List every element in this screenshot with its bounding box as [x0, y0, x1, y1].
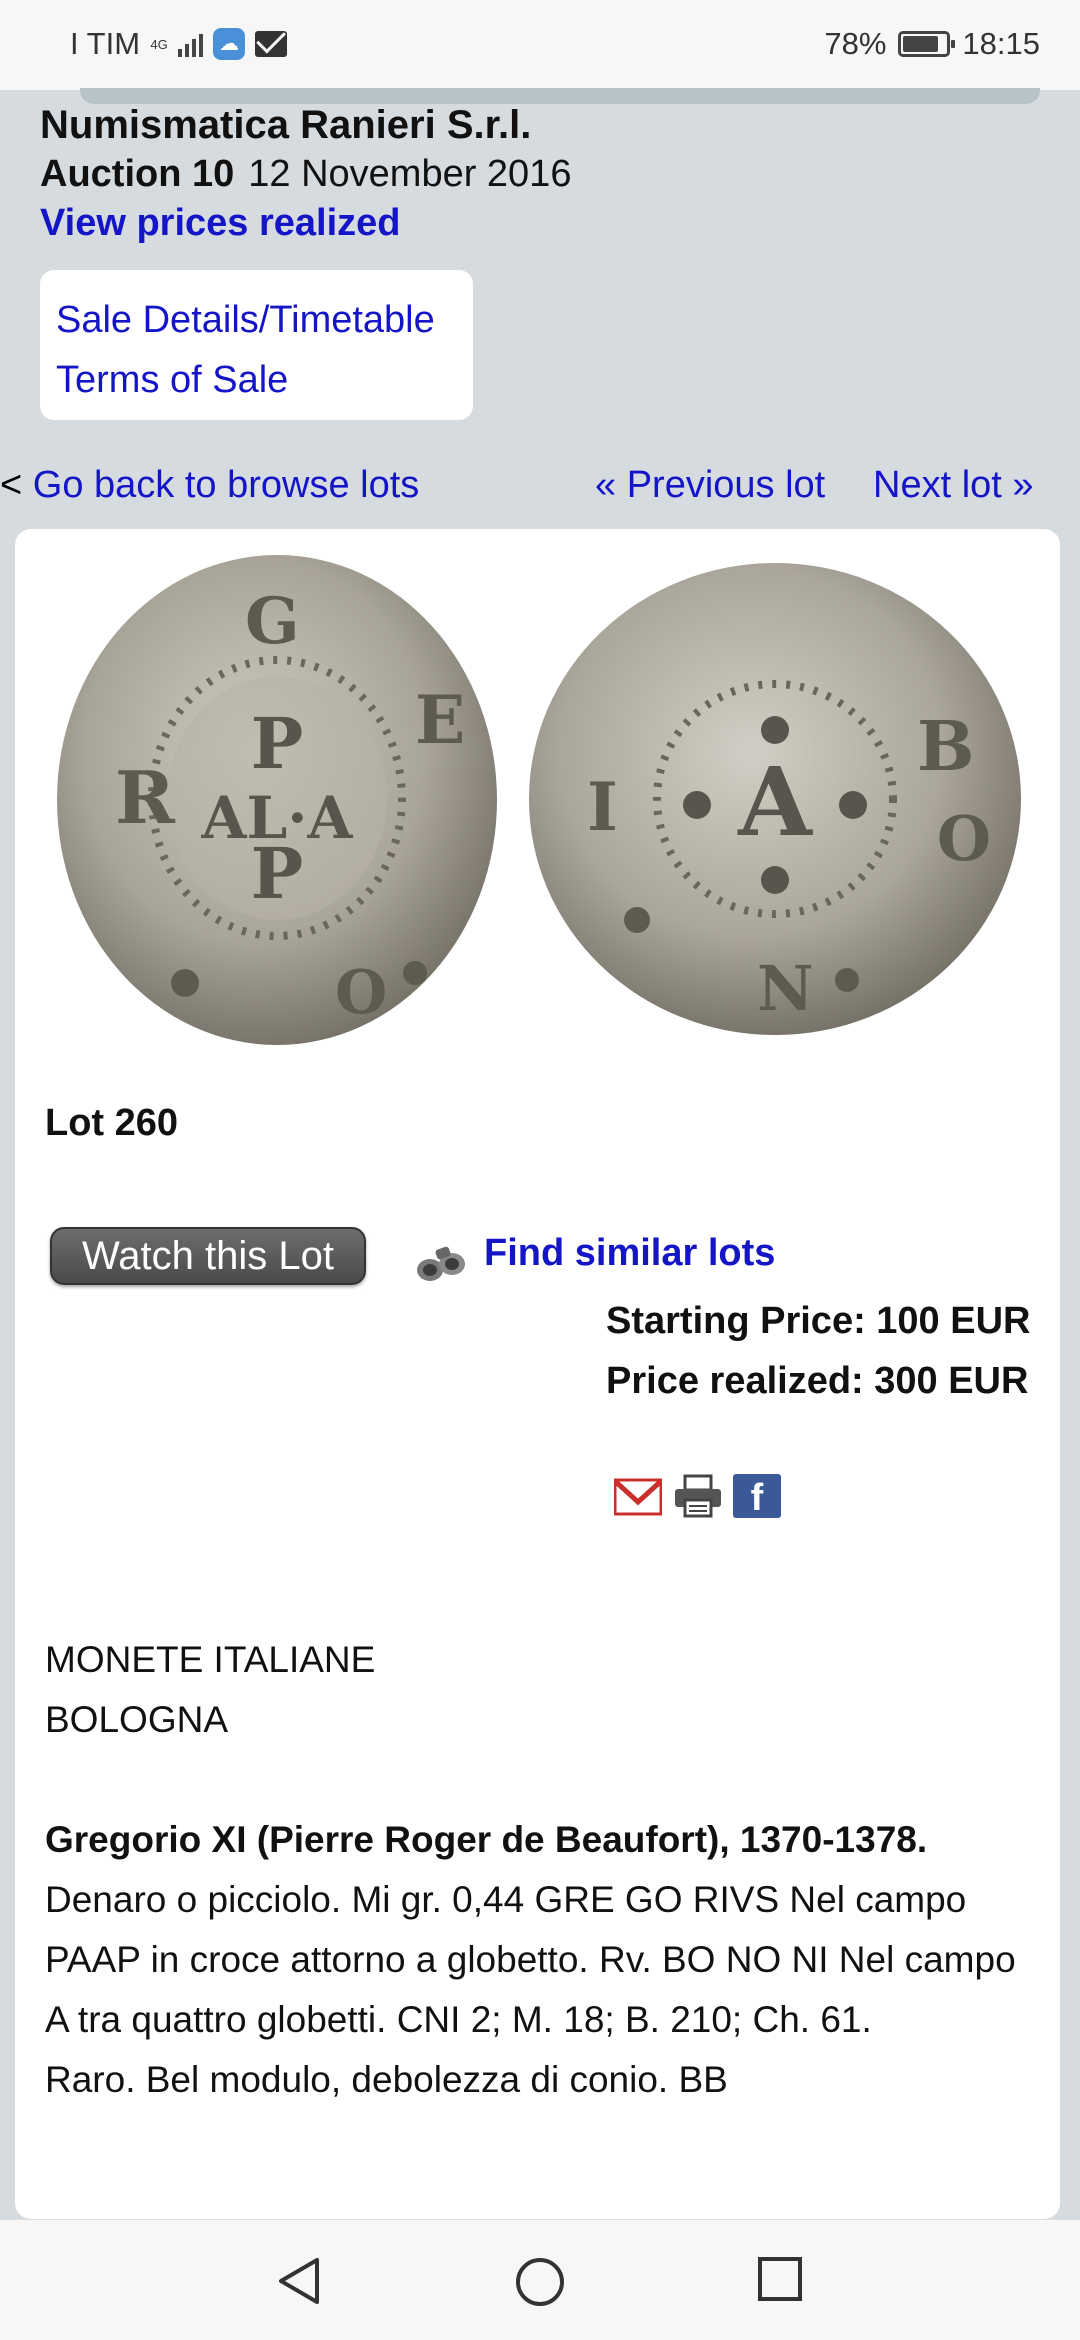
network-type: 4G: [150, 36, 168, 52]
svg-text:I: I: [587, 768, 618, 846]
category-text: MONETE ITALIANE: [45, 1639, 376, 1680]
header-strip: [80, 88, 1040, 104]
svg-text:O: O: [335, 958, 387, 1028]
status-right: 78% 18:15: [824, 26, 1040, 62]
coin-obverse-image[interactable]: P AL·A P R E G O: [55, 553, 500, 1048]
grade-text: Raro. Bel modulo, debolezza di conio. BB: [45, 2059, 728, 2100]
previous-lot-link[interactable]: « Previous lot: [595, 464, 825, 507]
mail-notification-icon: [255, 31, 288, 57]
svg-text:N: N: [757, 952, 814, 1025]
view-prices-link[interactable]: View prices realized: [40, 202, 401, 245]
auction-date: 12 November 2016: [248, 153, 572, 195]
status-left: I TIM 4G ☁: [70, 26, 288, 62]
watch-lot-button[interactable]: Watch this Lot: [50, 1227, 366, 1285]
next-lot-link[interactable]: Next lot »: [873, 464, 1034, 507]
back-to-browse-link[interactable]: < Go back to browse lots: [0, 464, 419, 507]
status-bar: I TIM 4G ☁ 78% 18:15: [0, 0, 1080, 90]
auction-house-name: Numismatica Ranieri S.r.l.: [40, 103, 532, 147]
sale-details-link[interactable]: Sale Details/Timetable: [56, 290, 473, 350]
auction-line: Auction 10 12 November 2016: [40, 153, 571, 196]
lot-description: MONETE ITALIANE BOLOGNA Gregorio XI (Pie…: [45, 1630, 1030, 2110]
lot-navigation: < Go back to browse lots « Previous lot …: [0, 464, 1080, 514]
starting-price: Starting Price: 100 EUR: [606, 1300, 1031, 1342]
print-icon[interactable]: [673, 1474, 723, 1518]
gmail-icon[interactable]: [614, 1474, 662, 1518]
battery-percent: 78%: [824, 26, 887, 61]
svg-text:E: E: [415, 681, 465, 759]
back-label: Go back to browse lots: [32, 464, 420, 506]
clock: 18:15: [962, 26, 1040, 61]
auction-label: Auction 10: [40, 153, 235, 195]
terms-of-sale-link[interactable]: Terms of Sale: [56, 350, 473, 410]
binoculars-icon[interactable]: [412, 1236, 472, 1286]
carrier-label: I TIM: [70, 26, 141, 61]
city-text: BOLOGNA: [45, 1699, 228, 1740]
svg-text:A: A: [737, 747, 813, 858]
system-navigation-bar: [0, 2219, 1080, 2340]
back-prefix: <: [0, 464, 23, 506]
back-nav-icon[interactable]: [275, 2256, 325, 2306]
app-notification-icon: ☁: [213, 28, 246, 60]
coin-reverse-image[interactable]: A B O N I: [527, 560, 1024, 1038]
svg-text:B: B: [917, 707, 974, 787]
battery-icon: [898, 31, 956, 57]
sale-links-box: Sale Details/Timetable Terms of Sale: [40, 270, 473, 420]
recents-nav-icon[interactable]: [757, 2256, 803, 2302]
svg-text:P: P: [251, 702, 304, 785]
signal-icon: [178, 31, 204, 57]
description-text: Denaro o picciolo. Mi gr. 0,44 GRE GO RI…: [45, 1879, 1016, 2040]
facebook-icon[interactable]: f: [733, 1474, 781, 1519]
svg-text:O: O: [937, 802, 991, 875]
find-similar-link[interactable]: Find similar lots: [484, 1232, 775, 1275]
svg-text:P: P: [251, 832, 304, 915]
svg-text:R: R: [115, 755, 176, 840]
price-realized: Price realized: 300 EUR: [606, 1360, 1029, 1402]
ruler-title: Gregorio XI (Pierre Roger de Beaufort), …: [45, 1819, 928, 1860]
svg-text:G: G: [245, 584, 300, 659]
lot-number: Lot 260: [45, 1102, 179, 1144]
home-nav-icon[interactable]: [514, 2256, 566, 2308]
